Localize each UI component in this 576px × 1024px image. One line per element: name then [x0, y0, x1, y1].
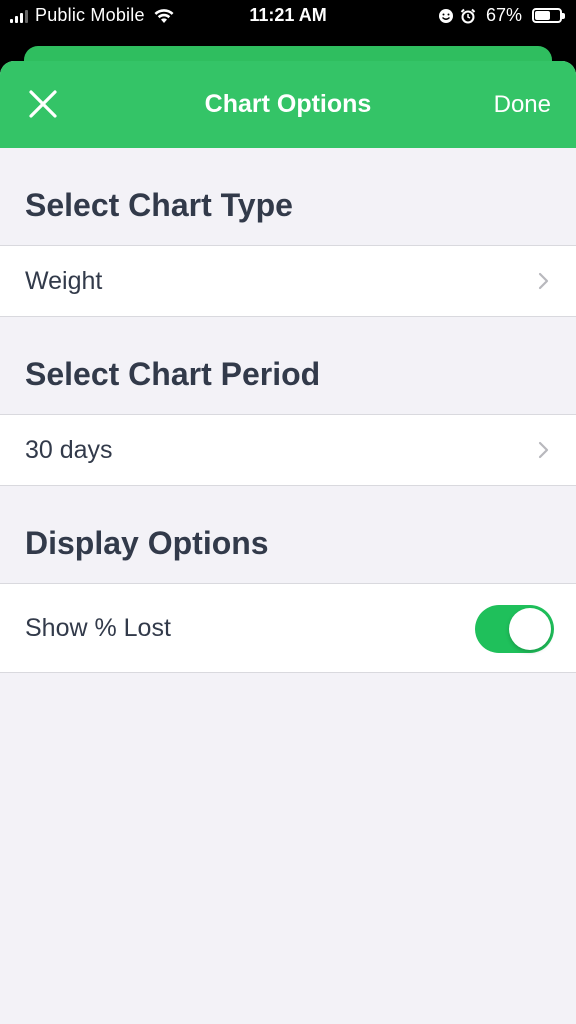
show-lost-toggle[interactable]	[475, 605, 554, 653]
chart-options-sheet: Chart Options Done Select Chart Type Wei…	[0, 61, 576, 1024]
screen: Public Mobile 11:21 AM 67% Chart Options…	[0, 0, 576, 1024]
chart-period-value: 30 days	[25, 435, 113, 464]
section-header-display-options: Display Options	[25, 525, 269, 561]
toggle-knob	[509, 608, 551, 650]
chart-type-value: Weight	[25, 266, 103, 295]
chevron-right-icon	[538, 441, 549, 459]
chart-period-row[interactable]: 30 days	[0, 414, 576, 486]
battery-fill	[535, 11, 551, 20]
chevron-right-icon	[538, 272, 549, 290]
page-title: Chart Options	[204, 90, 372, 118]
status-right: 67%	[438, 5, 565, 26]
done-button[interactable]: Done	[494, 91, 551, 119]
battery-percent: 67%	[485, 5, 522, 25]
nav-bar: Chart Options Done	[0, 61, 576, 148]
chart-type-row[interactable]: Weight	[0, 245, 576, 317]
show-lost-label: Show % Lost	[25, 613, 171, 642]
section-header-chart-type: Select Chart Type	[25, 187, 293, 223]
show-lost-row: Show % Lost	[0, 583, 576, 673]
section-header-chart-period: Select Chart Period	[25, 356, 321, 392]
face-icon	[438, 8, 453, 23]
alarm-icon	[460, 8, 476, 23]
status-bar: Public Mobile 11:21 AM 67%	[0, 0, 576, 34]
battery-icon	[532, 8, 565, 23]
